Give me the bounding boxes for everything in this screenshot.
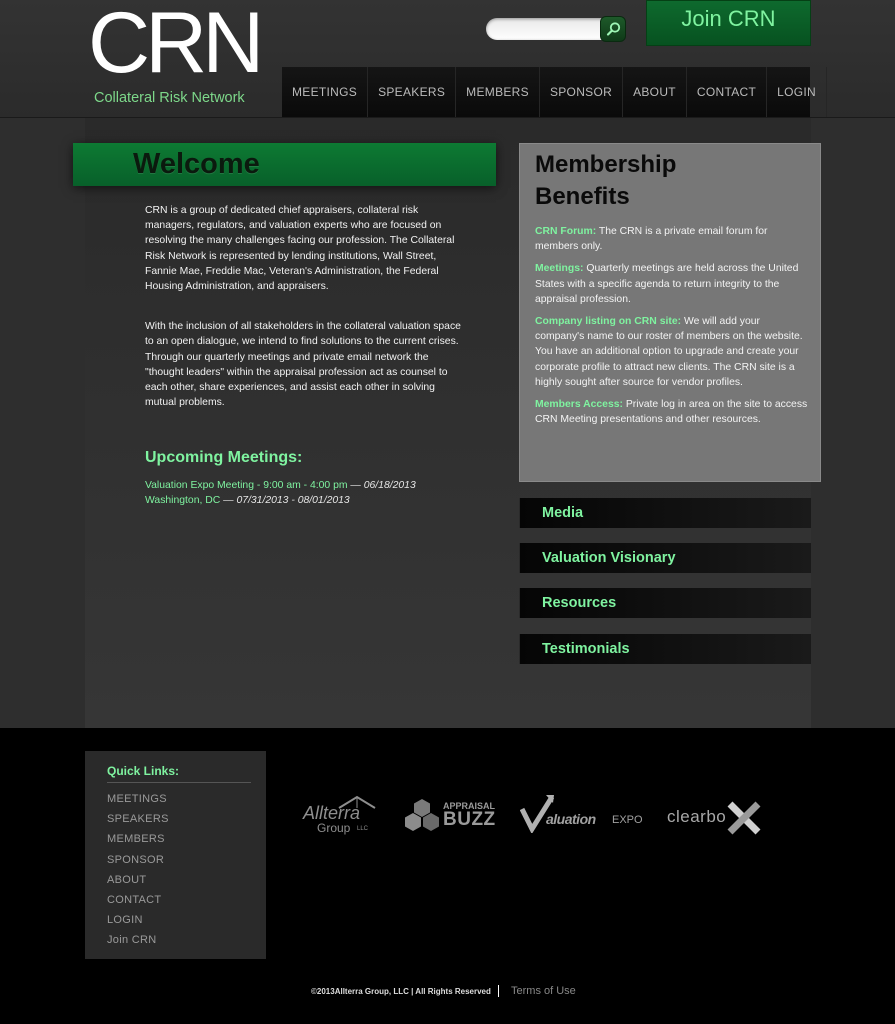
- meeting-date: 06/18/2013: [363, 480, 416, 491]
- terms-of-use-link[interactable]: Terms of Use: [511, 985, 576, 997]
- nav-item-about[interactable]: ABOUT: [623, 67, 687, 117]
- divider: [107, 782, 251, 783]
- meeting-separator: —: [220, 495, 237, 507]
- welcome-banner: Welcome: [73, 143, 496, 186]
- benefit-item: Company listing on CRN site: We will add…: [535, 314, 810, 390]
- meeting-item[interactable]: Washington, DC — 07/31/2013 - 08/01/2013: [145, 493, 475, 508]
- quick-links-heading: Quick Links:: [107, 764, 180, 778]
- quick-link-sponsor[interactable]: SPONSOR: [107, 850, 257, 870]
- quick-links-list: MEETINGS SPEAKERS MEMBERS SPONSOR ABOUT …: [107, 789, 257, 951]
- partner-logo-allterra[interactable]: Allterra Group LLC: [301, 793, 381, 838]
- divider: [498, 985, 499, 997]
- side-link-valuation-visionary[interactable]: Valuation Visionary: [519, 543, 811, 573]
- partner-name: BUZZ: [443, 809, 496, 830]
- membership-benefits-panel: Membership Benefits CRN Forum: The CRN i…: [519, 143, 821, 482]
- meeting-list: Valuation Expo Meeting - 9:00 am - 4:00 …: [145, 478, 475, 508]
- meeting-date: 07/31/2013 - 08/01/2013: [236, 495, 350, 507]
- partner-logo-appraisal-buzz[interactable]: APPRAISAL BUZZ: [403, 793, 501, 838]
- benefit-key: Meetings:: [535, 263, 584, 275]
- site-header: CRN Collateral Risk Network Join CRN MEE…: [0, 0, 895, 118]
- meeting-name[interactable]: Valuation Expo Meeting - 9:00 am - 4:00 …: [145, 480, 348, 491]
- quick-link-about[interactable]: ABOUT: [107, 870, 257, 890]
- partner-suffix: LLC: [357, 826, 369, 832]
- partner-suffix: EXPO: [612, 814, 643, 826]
- side-link-testimonials[interactable]: Testimonials: [519, 634, 811, 664]
- crn-logo[interactable]: CRN Collateral Risk Network: [88, 0, 264, 108]
- benefit-key: Members Access:: [535, 399, 623, 411]
- meeting-separator: —: [347, 480, 364, 491]
- main-nav: MEETINGS SPEAKERS MEMBERS SPONSOR ABOUT …: [282, 67, 827, 117]
- benefit-key: CRN Forum:: [535, 226, 597, 237]
- partner-name: aluation: [546, 811, 596, 827]
- quick-link-contact[interactable]: CONTACT: [107, 890, 257, 910]
- benefits-list: CRN Forum: The CRN is a private email fo…: [535, 224, 810, 434]
- quick-link-join-crn[interactable]: Join CRN: [107, 930, 257, 950]
- intro-paragraph: With the inclusion of all stakeholders i…: [145, 321, 461, 409]
- partner-sub: Group: [317, 821, 351, 835]
- copyright-text: ©2013Allterra Group, LLC | All Rights Re…: [311, 987, 491, 996]
- search-icon: [606, 22, 621, 36]
- intro-text: CRN is a group of dedicated chief apprai…: [145, 203, 463, 435]
- upcoming-meetings-heading: Upcoming Meetings:: [145, 449, 303, 466]
- hexagon-cluster-icon: [405, 799, 439, 831]
- nav-item-speakers[interactable]: SPEAKERS: [368, 67, 457, 117]
- partner-name: clearbo: [667, 807, 727, 826]
- logo-mark: CRN: [88, 0, 264, 91]
- side-link-resources[interactable]: Resources: [519, 588, 811, 618]
- quick-links-panel: Quick Links: MEETINGS SPEAKERS MEMBERS S…: [85, 751, 266, 959]
- benefit-item: Meetings: Quarterly meetings are held ac…: [535, 261, 810, 307]
- nav-item-meetings[interactable]: MEETINGS: [282, 67, 369, 117]
- benefit-item: Members Access: Private log in area on t…: [535, 397, 810, 427]
- benefit-key: Company listing on CRN site:: [535, 316, 682, 328]
- meeting-item[interactable]: Valuation Expo Meeting - 9:00 am - 4:00 …: [145, 478, 475, 493]
- meeting-name[interactable]: Washington, DC: [145, 495, 220, 506]
- quick-link-members[interactable]: MEMBERS: [107, 829, 257, 849]
- quick-link-login[interactable]: LOGIN: [107, 910, 257, 930]
- intro-paragraph: CRN is a group of dedicated chief apprai…: [145, 205, 455, 293]
- x-mark-icon: [727, 801, 761, 835]
- partner-logo-clearbox[interactable]: clearbo: [667, 793, 767, 838]
- page-title: Welcome: [133, 148, 260, 180]
- search-form: [486, 16, 626, 42]
- benefits-heading: Membership Benefits: [535, 151, 677, 210]
- search-button[interactable]: [600, 16, 626, 42]
- nav-item-members[interactable]: MEMBERS: [456, 67, 540, 117]
- nav-item-contact[interactable]: CONTACT: [687, 67, 768, 117]
- nav-item-login[interactable]: LOGIN: [767, 67, 827, 117]
- nav-item-sponsor[interactable]: SPONSOR: [540, 67, 624, 117]
- join-crn-button[interactable]: Join CRN: [646, 0, 811, 46]
- quick-link-speakers[interactable]: SPEAKERS: [107, 809, 257, 829]
- side-link-media[interactable]: Media: [519, 498, 811, 528]
- logo-subtitle: Collateral Risk Network: [94, 90, 245, 106]
- search-input[interactable]: [486, 18, 604, 40]
- benefit-item: CRN Forum: The CRN is a private email fo…: [535, 224, 810, 254]
- quick-link-meetings[interactable]: MEETINGS: [107, 789, 257, 809]
- partner-logo-valuation-expo[interactable]: aluation EXPO: [520, 793, 650, 838]
